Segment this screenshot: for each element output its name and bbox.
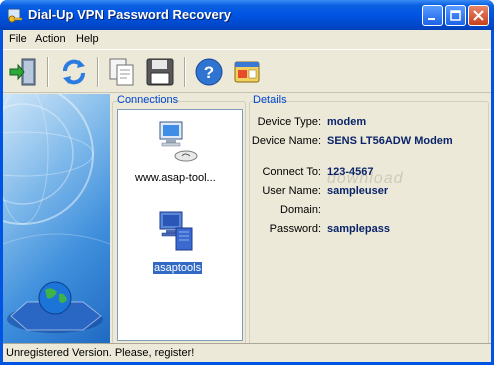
- details-label: Details: [253, 94, 287, 106]
- status-bar: Unregistered Version. Please, register!: [3, 343, 491, 362]
- title-bar[interactable]: Dial-Up VPN Password Recovery: [0, 0, 494, 30]
- globe-graphic: [3, 94, 110, 333]
- toolbar-separator: [97, 57, 99, 87]
- maximize-icon: [450, 10, 461, 21]
- window-title: Dial-Up VPN Password Recovery: [28, 7, 232, 22]
- save-button[interactable]: [143, 55, 177, 89]
- status-text: Unregistered Version. Please, register!: [6, 347, 195, 359]
- copy-button[interactable]: [105, 55, 139, 89]
- connection-name: www.asap-tool...: [135, 172, 216, 184]
- about-button[interactable]: [230, 55, 264, 89]
- toolbar-separator: [47, 57, 49, 87]
- toolbar: ?: [3, 49, 491, 93]
- password-label: Password:: [269, 223, 321, 235]
- toolbar-separator: [184, 57, 186, 87]
- domain-label: Domain:: [280, 204, 321, 216]
- close-icon: [473, 10, 484, 21]
- menu-help[interactable]: Help: [76, 33, 99, 45]
- password-value: samplepass: [327, 223, 390, 235]
- connections-label: Connections: [117, 94, 179, 106]
- network-connection-selected-icon: [159, 211, 193, 251]
- connect-to-value: 123-4567: [327, 166, 374, 178]
- svg-text:?: ?: [204, 63, 214, 82]
- user-name-label: User Name:: [262, 185, 321, 197]
- user-name-value: sampleuser: [327, 185, 389, 197]
- refresh-button[interactable]: [57, 55, 91, 89]
- client-area: File Action Help ? Connections www.asap-…: [3, 30, 491, 362]
- menu-action[interactable]: Action: [35, 33, 66, 45]
- copy-icon: [109, 58, 134, 86]
- device-name-value: SENS LT56ADW Modem: [327, 135, 453, 147]
- exit-door-icon: [9, 58, 36, 86]
- about-icon: [234, 61, 260, 83]
- network-connection-icon: [159, 121, 198, 162]
- app-window: Dial-Up VPN Password Recovery File Actio…: [0, 0, 494, 365]
- device-type-value: modem: [327, 116, 367, 128]
- menu-bar: File Action Help: [3, 30, 491, 48]
- maximize-button[interactable]: [445, 5, 466, 26]
- minimize-button[interactable]: [422, 5, 443, 26]
- connect-to-label: Connect To:: [262, 166, 321, 178]
- device-name-label: Device Name:: [251, 135, 321, 147]
- exit-button[interactable]: [7, 55, 41, 89]
- device-type-label: Device Type:: [257, 116, 321, 128]
- help-icon: ?: [195, 58, 223, 86]
- help-button[interactable]: ?: [192, 55, 226, 89]
- side-banner: [3, 94, 110, 346]
- connection-name-selected: asaptools: [153, 262, 203, 274]
- minimize-icon: [428, 18, 435, 20]
- save-icon: [146, 58, 174, 86]
- close-button[interactable]: [468, 5, 489, 26]
- refresh-icon: [63, 59, 85, 85]
- menu-file[interactable]: File: [9, 33, 27, 45]
- app-key-icon: [7, 8, 23, 23]
